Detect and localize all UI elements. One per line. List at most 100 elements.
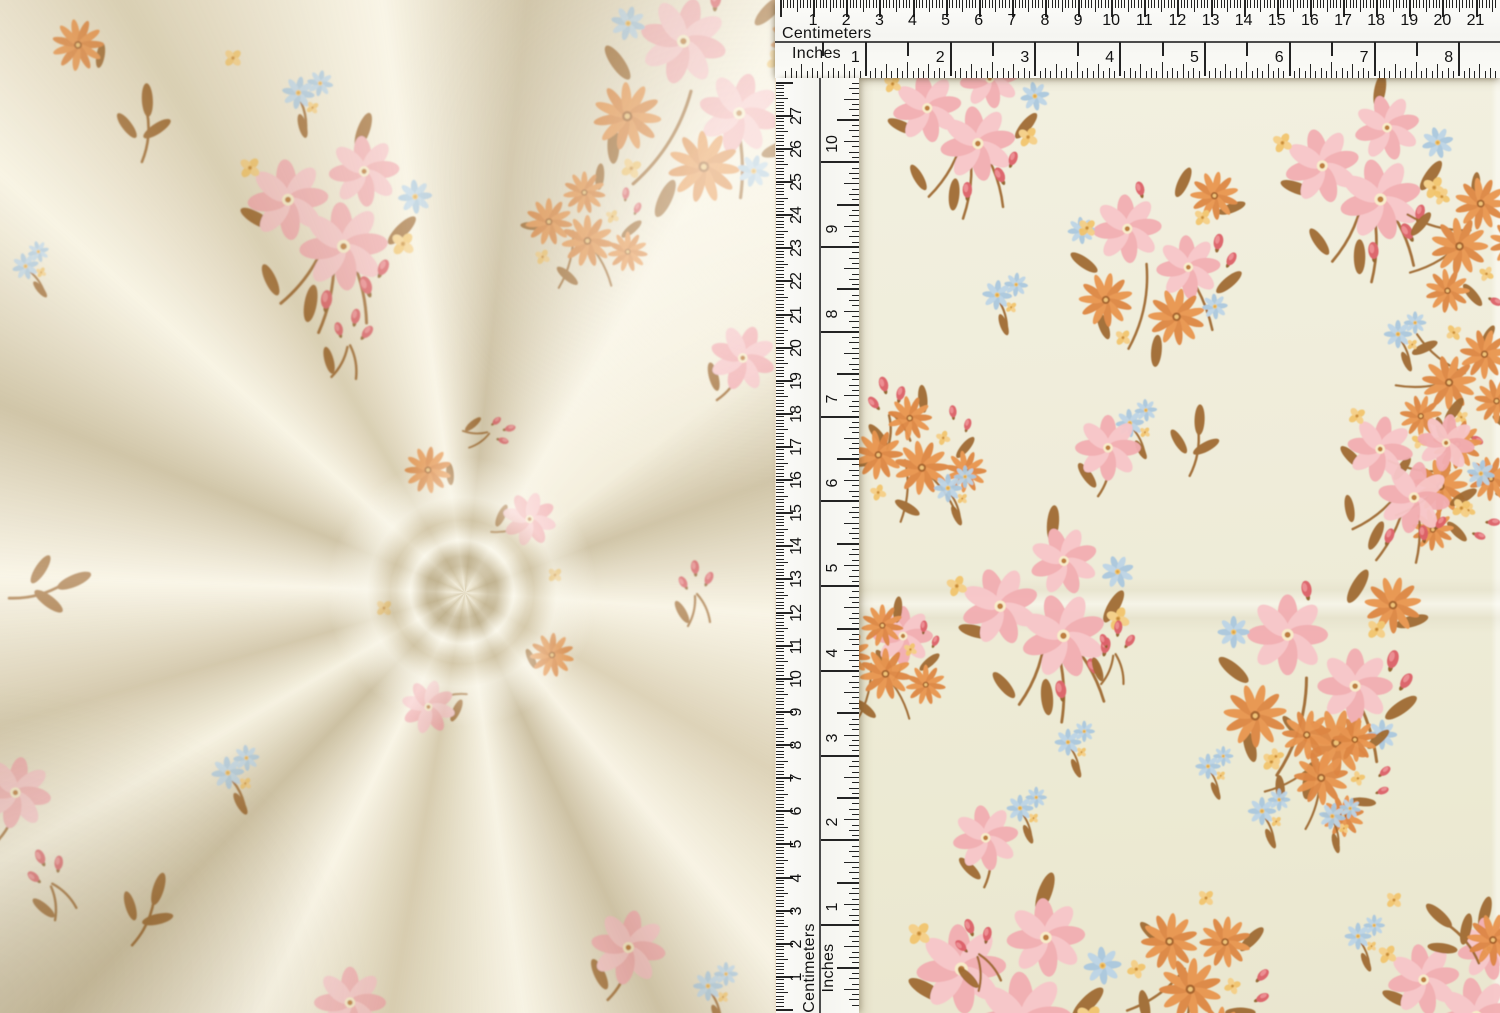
fraction-inch-tick [852,168,859,169]
mm-tick [776,582,784,583]
mm-tick [776,701,784,702]
mm-tick [949,0,950,8]
mm-tick [1197,0,1198,8]
fabric-swatch-flat [858,78,1500,1013]
fraction-inch-tick [860,71,861,78]
fraction-inch-tick [852,846,859,847]
fraction-inch-tick [1283,71,1284,78]
fraction-inch-tick [791,68,792,78]
mm-tick [776,608,784,609]
mm-tick [776,973,784,974]
mm-tick [893,0,894,8]
half-cm-tick [776,694,788,695]
mm-tick [1257,0,1258,8]
fraction-inch-tick [844,862,859,863]
mm-tick [776,519,784,520]
fraction-inch-tick [966,71,967,78]
mm-tick [1356,0,1357,8]
mm-tick [886,0,887,8]
orange1-flower-cluster [35,2,120,87]
fraction-inch-tick [934,71,935,78]
inch-tick [821,755,859,757]
pink1-flower-cluster [392,664,477,744]
mm-tick [1307,0,1308,8]
fraction-inch-tick [1495,71,1496,78]
cm-number: 19 [788,371,806,391]
mm-tick [776,824,784,825]
mm-tick [776,211,784,212]
fraction-inch-tick [852,697,859,698]
mm-tick [1270,0,1271,8]
mm-tick [1240,0,1241,8]
fraction-inch-tick [1193,68,1194,78]
mm-tick [1433,0,1434,8]
cm-number: 17 [788,437,806,457]
half-inch-tick [822,42,824,56]
blue-flower-cluster [693,962,738,1013]
inch-tick [821,585,859,587]
pink-flower-cluster [872,78,1068,229]
fraction-inch-tick [852,920,859,921]
leafspray-flower-cluster [104,76,182,168]
fraction-inch-tick [849,830,859,831]
garland-flower-cluster [1061,160,1260,374]
mm-tick [776,989,784,990]
mm-tick [850,0,851,8]
cm-number: 9 [1066,12,1090,30]
mm-tick [776,234,784,235]
mm-tick [876,0,877,8]
mm-tick [1290,0,1291,8]
mm-tick [916,0,917,8]
half-cm-tick [1360,0,1361,12]
fraction-inch-tick [1294,71,1295,78]
fraction-inch-tick [852,327,859,328]
fraction-inch-tick [852,274,859,275]
half-cm-tick [1393,0,1394,12]
fraction-inch-tick [1199,71,1200,78]
mm-tick [776,721,784,722]
fraction-inch-tick [852,814,859,815]
half-cm-tick [1293,0,1294,12]
mm-tick [1366,0,1367,8]
inch-tick [821,839,859,841]
mm-tick [1406,0,1407,8]
fraction-inch-tick [852,379,859,380]
fraction-inch-tick [852,899,859,900]
ydot-flower-cluster [1382,888,1407,913]
half-inch-fringe-tick [1246,62,1247,78]
fraction-inch-tick [852,867,859,868]
mm-tick [1072,0,1073,8]
mm-tick [776,121,784,122]
fraction-inch-tick [1490,68,1491,78]
mm-tick [776,896,784,897]
fraction-inch-tick [1326,71,1327,78]
fraction-inch-tick [960,68,961,78]
inch-number: 10 [824,134,842,154]
fraction-inch-tick [881,71,882,78]
fraction-inch-tick [844,395,859,396]
fraction-inch-tick [849,809,859,810]
fraction-inch-tick [852,337,859,338]
mm-tick [1055,0,1056,8]
mm-tick [776,290,784,291]
cm-number: 17 [1331,12,1355,30]
mm-tick [1085,0,1086,8]
fraction-inch-tick [852,549,859,550]
half-inch-tick [837,797,859,799]
leafspray-flower-cluster [100,858,194,957]
fraction-inch-tick [1395,64,1396,78]
fraction-inch-tick [1151,68,1152,78]
mm-tick [776,300,784,301]
fraction-inch-tick [1177,71,1178,78]
fraction-inch-tick [817,71,818,78]
leafspray-flower-cluster [5,549,96,621]
mm-tick [776,161,784,162]
fraction-inch-tick [849,130,859,131]
half-cm-tick [1128,0,1129,12]
mm-tick [776,516,784,517]
fraction-inch-tick [852,146,859,147]
fraction-inch-tick [852,199,859,200]
inch-tick [1289,42,1291,76]
fraction-inch-tick [1124,71,1125,78]
fraction-inch-tick [852,263,859,264]
